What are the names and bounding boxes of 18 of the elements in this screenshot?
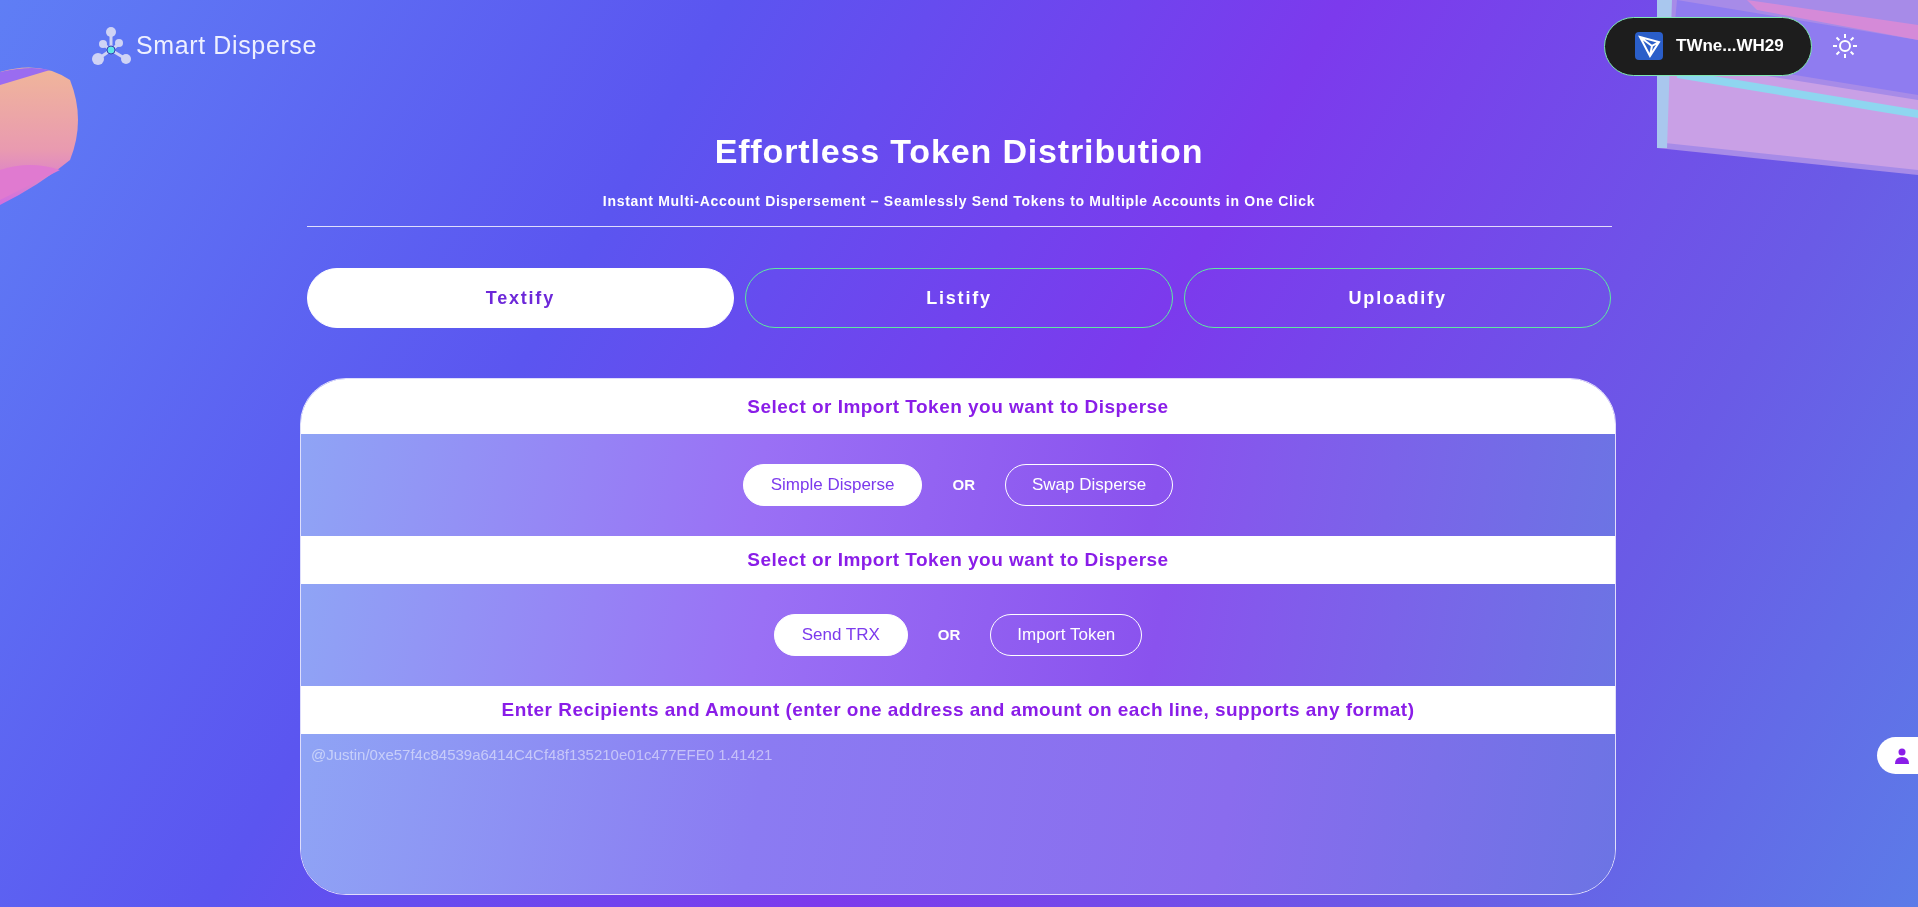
section-heading: Enter Recipients and Amount (enter one address and amount on each line, supports any format) bbox=[501, 697, 1415, 722]
brand-name: Smart Disperse bbox=[136, 30, 317, 62]
sun-icon[interactable] bbox=[1832, 33, 1858, 59]
wallet-button[interactable]: TWne...WH29 bbox=[1604, 16, 1812, 76]
or-separator: OR bbox=[937, 624, 961, 645]
or-separator: OR bbox=[952, 474, 975, 495]
recipients-field[interactable]: @Justin/0xe57f4c84539a6414C4Cf48f135210e01c477EFE0 1.41421 bbox=[301, 734, 1615, 894]
page-title: Effortless Token Distribution bbox=[714, 131, 1204, 172]
section-heading: Select or Import Token you want to Disperse bbox=[747, 547, 1169, 572]
mode-tab[interactable]: Textify bbox=[306, 268, 735, 328]
option-button[interactable]: Simple Disperse bbox=[742, 464, 923, 506]
user-icon bbox=[1894, 747, 1909, 764]
page-subtitle: Instant Multi-Account Dispersement – Seamlessly Send Tokens to Multiple Accounts in One Click bbox=[602, 192, 1316, 211]
paper-plane-icon bbox=[1635, 32, 1663, 60]
profile-button[interactable] bbox=[1877, 737, 1918, 774]
molecule-icon bbox=[90, 26, 132, 66]
option-button[interactable]: Send TRX bbox=[773, 614, 908, 656]
section-heading: Select or Import Token you want to Disperse bbox=[747, 395, 1169, 420]
